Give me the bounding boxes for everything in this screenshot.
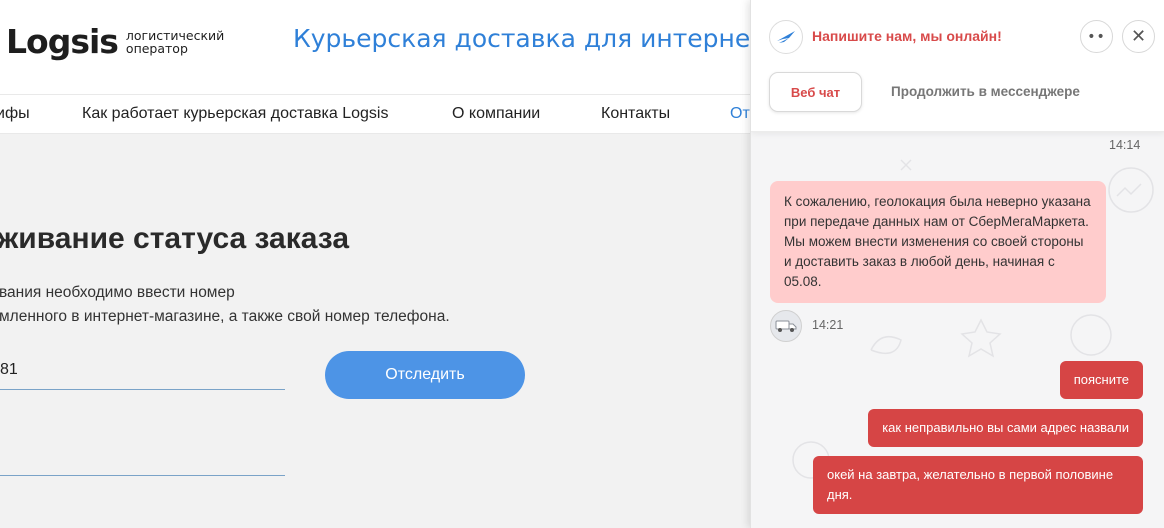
outgoing-message: как неправильно вы сами адрес назвали: [868, 409, 1143, 447]
nav-item-tracking[interactable]: От: [730, 105, 750, 123]
tracking-description: вания необходимо ввести номер мленного в…: [0, 281, 450, 329]
more-options-button[interactable]: ••: [1080, 20, 1113, 53]
outgoing-message: окей на завтра, желательно в первой поло…: [813, 456, 1143, 514]
operator-logo-icon: [769, 20, 803, 54]
close-chat-button[interactable]: ✕: [1122, 20, 1155, 53]
phone-input[interactable]: [0, 436, 285, 476]
chat-prompt: Напишите нам, мы онлайн!: [812, 28, 1002, 44]
logo-subtitle: логистический оператор: [126, 29, 224, 55]
nav-item-how-it-works[interactable]: Как работает курьерская доставка Logsis: [82, 105, 388, 123]
close-icon: ✕: [1130, 26, 1147, 47]
nav-item-tariffs[interactable]: ифы: [0, 105, 30, 123]
track-button[interactable]: Отследить: [325, 351, 525, 399]
tracking-description-line1: вания необходимо ввести номер: [0, 284, 235, 301]
order-number-input[interactable]: [0, 350, 285, 390]
logo[interactable]: Logsis логистический оператор: [6, 22, 224, 61]
tab-web-chat[interactable]: Веб чат: [769, 72, 862, 112]
more-dots-icon: ••: [1087, 28, 1106, 45]
message-time: 14:21: [812, 318, 844, 332]
logo-word: Logsis: [6, 22, 119, 61]
page-title: живание статуса заказа: [0, 222, 350, 255]
tab-messenger[interactable]: Продолжить в мессенджере: [891, 84, 1080, 99]
message-time: 14:14: [1109, 138, 1141, 152]
tracking-description-line2: мленного в интернет-магазине, а также св…: [0, 308, 450, 325]
operator-avatar: [770, 310, 802, 342]
nav-item-contacts[interactable]: Контакты: [601, 105, 670, 123]
nav-item-about[interactable]: О компании: [452, 105, 540, 123]
outgoing-message: поясните: [1059, 361, 1143, 399]
logo-subtitle-line2: оператор: [125, 40, 188, 56]
logo-subtitle-line1: логистический: [125, 27, 225, 43]
site-headline: Курьерская доставка для интернет-м: [293, 24, 793, 53]
chat-widget: Напишите нам, мы онлайн! •• ✕ Веб чат Пр…: [750, 0, 1164, 528]
incoming-message: К сожалению, геолокация была неверно ука…: [770, 181, 1106, 303]
chat-header: Напишите нам, мы онлайн! •• ✕ Веб чат Пр…: [751, 0, 1164, 132]
